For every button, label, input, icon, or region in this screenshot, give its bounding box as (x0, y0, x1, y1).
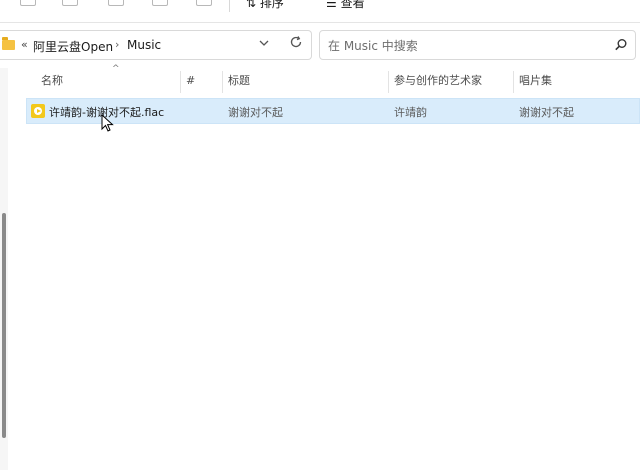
breadcrumb-item-music[interactable]: Music (127, 38, 161, 52)
copy-icon[interactable] (108, 0, 124, 6)
search-icon[interactable] (614, 38, 628, 52)
column-header-row: ^ 名称 # 标题 参与创作的艺术家 唱片集 (8, 64, 640, 96)
file-album: 谢谢对不起 (519, 106, 574, 119)
column-header-number[interactable]: # (186, 68, 195, 96)
breadcrumb-item-aliyun[interactable]: 阿里云盘Open (33, 38, 113, 55)
column-divider[interactable] (222, 71, 223, 93)
paste-icon[interactable] (152, 0, 168, 6)
address-bar[interactable]: « 阿里云盘Open › Music (0, 30, 312, 60)
column-header-title[interactable]: 标题 (228, 68, 250, 96)
file-row[interactable]: 许靖韵-谢谢对不起.flac 谢谢对不起 许靖韵 谢谢对不起 (26, 98, 640, 124)
navigation-scrollbar[interactable] (2, 213, 6, 438)
cut-icon[interactable] (62, 0, 78, 6)
column-divider[interactable] (388, 71, 389, 93)
audio-file-icon (31, 104, 45, 118)
column-header-album[interactable]: 唱片集 (519, 68, 552, 96)
breadcrumb-separator[interactable]: › (115, 38, 119, 51)
column-divider[interactable] (180, 71, 181, 93)
column-header-artist[interactable]: 参与创作的艺术家 (394, 68, 482, 96)
file-title: 谢谢对不起 (228, 106, 283, 119)
breadcrumb-overflow-button[interactable]: « (21, 38, 28, 51)
column-header-name[interactable]: 名称 (41, 68, 63, 96)
chevron-down-icon[interactable] (258, 37, 270, 52)
sort-ascending-icon: ^ (112, 64, 120, 74)
column-divider[interactable] (513, 71, 514, 93)
rename-icon[interactable] (196, 0, 212, 6)
sort-button[interactable]: ⇅ 排序 (246, 0, 284, 11)
search-input[interactable] (326, 36, 600, 56)
command-toolbar: ⇅ 排序 ☰ 查看 (0, 0, 640, 23)
search-box[interactable] (319, 30, 636, 60)
file-artist: 许靖韵 (394, 106, 427, 119)
new-icon[interactable] (20, 0, 36, 6)
refresh-icon[interactable] (289, 35, 303, 53)
mouse-cursor-icon (101, 114, 114, 132)
folder-icon (2, 37, 15, 50)
view-button[interactable]: ☰ 查看 (326, 0, 365, 11)
toolbar-divider (229, 0, 230, 12)
